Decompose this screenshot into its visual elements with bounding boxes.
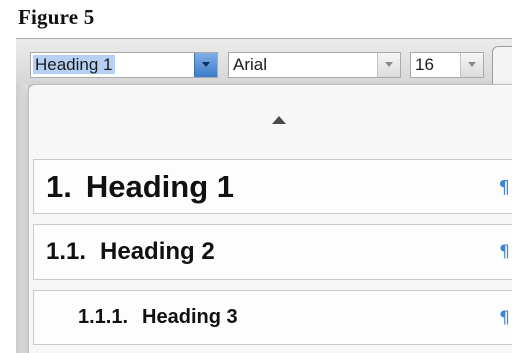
font-size-dropdown-button[interactable] bbox=[460, 53, 483, 77]
style-option-number: 1.1.1. bbox=[78, 306, 129, 328]
paragraph-style-combo[interactable]: Heading 1 bbox=[30, 52, 218, 78]
chevron-down-icon bbox=[468, 62, 476, 67]
chevron-down-icon bbox=[202, 62, 210, 67]
document-margin bbox=[16, 84, 28, 353]
font-size-combo[interactable]: 16 bbox=[410, 52, 484, 78]
paragraph-style-dropdown-button[interactable] bbox=[194, 53, 217, 77]
font-name-value[interactable]: Arial bbox=[229, 55, 377, 75]
style-option-label: Heading 1 bbox=[85, 168, 235, 204]
style-option-number: 1.1. bbox=[46, 238, 87, 265]
font-size-value[interactable]: 16 bbox=[411, 55, 460, 75]
style-option-heading-2[interactable]: 1.1. Heading 2 ¶ bbox=[33, 224, 512, 280]
style-option-label: Heading 2 bbox=[100, 238, 215, 265]
chevron-down-icon bbox=[385, 62, 393, 67]
toolbar-overflow-button[interactable] bbox=[492, 46, 512, 88]
scroll-up-arrow-icon[interactable] bbox=[270, 113, 288, 131]
pilcrow-icon: ¶ bbox=[499, 308, 510, 328]
style-option-label: Heading 3 bbox=[142, 306, 238, 328]
pilcrow-icon: ¶ bbox=[498, 177, 510, 198]
triangle-up-icon bbox=[272, 116, 286, 124]
figure-caption: Figure 5 bbox=[18, 5, 95, 29]
style-option-number: 1. bbox=[46, 168, 72, 204]
font-name-dropdown-button[interactable] bbox=[377, 53, 400, 77]
paragraph-style-selected-text: Heading 1 bbox=[33, 55, 115, 74]
style-option-heading-3[interactable]: 1.1.1. Heading 3 ¶ bbox=[33, 290, 512, 345]
paragraph-style-value[interactable]: Heading 1 bbox=[31, 55, 194, 75]
font-name-combo[interactable]: Arial bbox=[228, 52, 401, 78]
style-option-heading-1[interactable]: 1. Heading 1 ¶ bbox=[33, 159, 512, 214]
screenshot: Figure 5 Heading 1 Arial 16 1. Heading 1… bbox=[0, 0, 512, 353]
pilcrow-icon: ¶ bbox=[499, 242, 510, 262]
